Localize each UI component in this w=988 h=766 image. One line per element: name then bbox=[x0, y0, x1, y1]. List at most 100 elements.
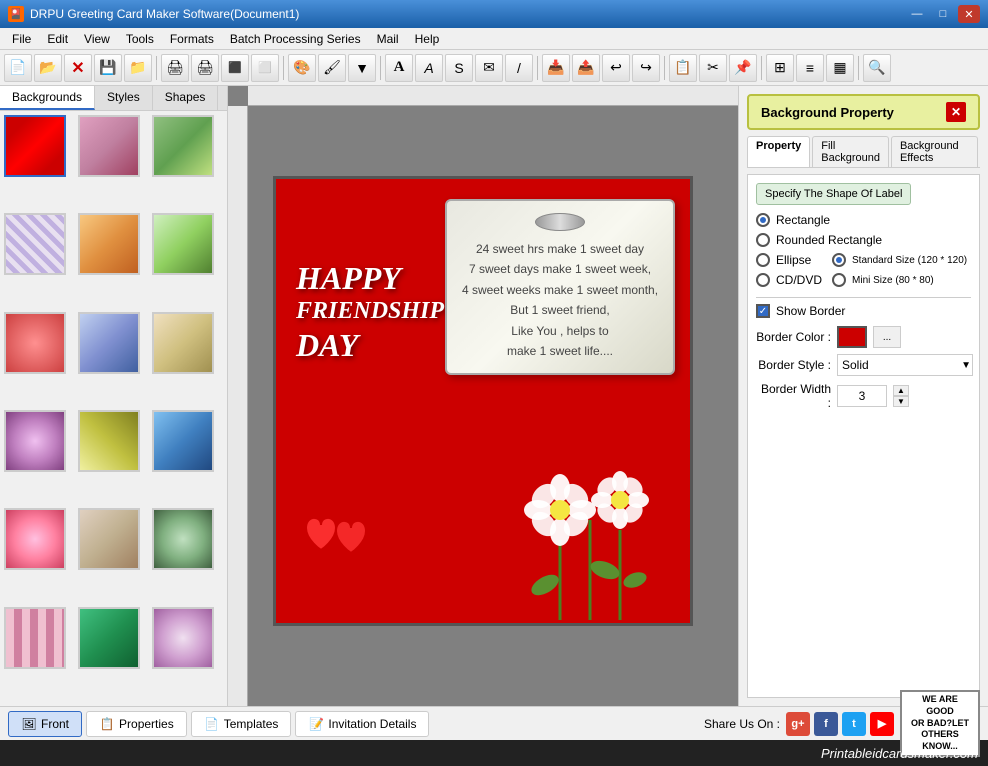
bg-thumb-9[interactable] bbox=[152, 312, 214, 374]
toolbar-scan2[interactable]: ⬜ bbox=[251, 54, 279, 82]
radio-cd-dvd[interactable]: CD/DVD bbox=[756, 273, 822, 287]
bg-thumb-4[interactable] bbox=[4, 213, 66, 275]
border-width-up[interactable]: ▲ bbox=[893, 385, 909, 396]
radio-rectangle[interactable]: Rectangle bbox=[756, 213, 971, 227]
menu-mail[interactable]: Mail bbox=[369, 30, 407, 48]
toolbar-layout[interactable]: ▦ bbox=[826, 54, 854, 82]
sep5 bbox=[664, 56, 665, 80]
menu-formats[interactable]: Formats bbox=[162, 30, 222, 48]
tab-backgrounds[interactable]: Backgrounds bbox=[0, 86, 95, 110]
border-color-picker-button[interactable]: ... bbox=[873, 326, 901, 348]
toolbar-fill[interactable]: ▼ bbox=[348, 54, 376, 82]
toolbar-zoom[interactable]: 🔍 bbox=[863, 54, 891, 82]
toolbar-print-preview[interactable]: 🖨 bbox=[161, 54, 189, 82]
menu-edit[interactable]: Edit bbox=[39, 30, 76, 48]
border-width-input[interactable]: 3 bbox=[837, 385, 887, 407]
tab-front[interactable]: 🖼 Front bbox=[8, 711, 82, 737]
bg-thumb-14[interactable] bbox=[78, 508, 140, 570]
menu-view[interactable]: View bbox=[76, 30, 118, 48]
menu-file[interactable]: File bbox=[4, 30, 39, 48]
main-layout: Backgrounds Styles Shapes bbox=[0, 86, 988, 706]
bg-thumb-12[interactable] bbox=[152, 410, 214, 472]
tab-properties[interactable]: 📋 Properties bbox=[86, 711, 187, 737]
scroll-decoration: 24 sweet hrs make 1 sweet day 7 sweet da… bbox=[445, 199, 675, 375]
bg-thumb-17[interactable] bbox=[78, 607, 140, 669]
border-width-down[interactable]: ▼ bbox=[893, 396, 909, 407]
front-tab-icon: 🖼 bbox=[21, 716, 37, 732]
tab-templates[interactable]: 📄 Templates bbox=[191, 711, 292, 737]
radio-ellipse[interactable]: Ellipse bbox=[756, 253, 822, 267]
bg-thumb-5[interactable] bbox=[78, 213, 140, 275]
canvas-content: HAPPY FRIENDSHIP DAY 24 s bbox=[273, 176, 693, 626]
tab-bg-effects[interactable]: Background Effects bbox=[891, 136, 978, 167]
toolbar-redo[interactable]: ↪ bbox=[632, 54, 660, 82]
toolbar-export[interactable]: 📤 bbox=[572, 54, 600, 82]
toolbar-undo[interactable]: ↩ bbox=[602, 54, 630, 82]
show-border-row: Show Border bbox=[756, 304, 971, 318]
bg-thumb-7[interactable] bbox=[4, 312, 66, 374]
youtube-button[interactable]: ▶ bbox=[870, 712, 894, 736]
toolbar-copy[interactable]: 📋 bbox=[669, 54, 697, 82]
radio-rounded-rect[interactable]: Rounded Rectangle bbox=[756, 233, 971, 247]
toolbar-wordart[interactable]: A bbox=[415, 54, 443, 82]
toolbar-email[interactable]: ✉ bbox=[475, 54, 503, 82]
radio-rounded-rect-indicator bbox=[756, 233, 770, 247]
radio-standard-size-label: Standard Size (120 * 120) bbox=[852, 255, 967, 266]
twitter-button[interactable]: t bbox=[842, 712, 866, 736]
toolbar-import[interactable]: 📥 bbox=[542, 54, 570, 82]
menu-batch[interactable]: Batch Processing Series bbox=[222, 30, 369, 48]
bottom-bar: 🖼 Front 📋 Properties 📄 Templates 📝 Invit… bbox=[0, 706, 988, 740]
bg-thumb-18[interactable] bbox=[152, 607, 214, 669]
bg-thumb-1[interactable] bbox=[4, 115, 66, 177]
toolbar-grid[interactable]: ⊞ bbox=[766, 54, 794, 82]
shape-label: Specify The Shape Of Label bbox=[756, 183, 911, 205]
bg-thumb-2[interactable] bbox=[78, 115, 140, 177]
toolbar-text[interactable]: A bbox=[385, 54, 413, 82]
greeting-card[interactable]: HAPPY FRIENDSHIP DAY 24 s bbox=[273, 176, 693, 626]
menu-tools[interactable]: Tools bbox=[118, 30, 162, 48]
border-style-select[interactable]: Solid Dashed Dotted Double bbox=[837, 354, 973, 376]
bg-thumb-8[interactable] bbox=[78, 312, 140, 374]
toolbar-scan[interactable]: ⬛ bbox=[221, 54, 249, 82]
toolbar-save[interactable]: 💾 bbox=[94, 54, 122, 82]
close-button[interactable]: ✕ bbox=[958, 5, 980, 23]
bg-thumb-3[interactable] bbox=[152, 115, 214, 177]
border-width-row: Border Width : 3 ▲ ▼ bbox=[756, 382, 971, 410]
toolbar-symbol[interactable]: S bbox=[445, 54, 473, 82]
border-color-swatch[interactable] bbox=[837, 326, 867, 348]
tab-styles[interactable]: Styles bbox=[95, 86, 153, 110]
radio-ellipse-indicator bbox=[756, 253, 770, 267]
toolbar-line[interactable]: / bbox=[505, 54, 533, 82]
border-width-label: Border Width : bbox=[756, 382, 831, 410]
bg-thumb-13[interactable] bbox=[4, 508, 66, 570]
toolbar-align[interactable]: ≡ bbox=[796, 54, 824, 82]
google-plus-button[interactable]: g+ bbox=[786, 712, 810, 736]
bg-thumb-6[interactable] bbox=[152, 213, 214, 275]
radio-mini-size[interactable]: Mini Size (80 * 80) bbox=[832, 273, 967, 287]
radio-standard-size[interactable]: Standard Size (120 * 120) bbox=[832, 253, 967, 267]
facebook-button[interactable]: f bbox=[814, 712, 838, 736]
bg-thumb-10[interactable] bbox=[4, 410, 66, 472]
tab-property[interactable]: Property bbox=[747, 136, 810, 167]
toolbar-cut[interactable]: ✂ bbox=[699, 54, 727, 82]
toolbar-new[interactable]: 📄 bbox=[4, 54, 32, 82]
panel-close-button[interactable]: ✕ bbox=[946, 102, 966, 122]
toolbar-open[interactable]: 📂 bbox=[34, 54, 62, 82]
bg-thumb-16[interactable] bbox=[4, 607, 66, 669]
tab-shapes[interactable]: Shapes bbox=[153, 86, 219, 110]
show-border-checkbox[interactable] bbox=[756, 304, 770, 318]
menu-help[interactable]: Help bbox=[407, 30, 448, 48]
maximize-button[interactable]: □ bbox=[932, 5, 954, 23]
toolbar-color[interactable]: 🎨 bbox=[288, 54, 316, 82]
toolbar-paste[interactable]: 📌 bbox=[729, 54, 757, 82]
sep4 bbox=[537, 56, 538, 80]
toolbar-save-as[interactable]: 📁 bbox=[124, 54, 152, 82]
toolbar-gradient[interactable]: 🖌 bbox=[318, 54, 346, 82]
tab-invitation-details[interactable]: 📝 Invitation Details bbox=[295, 711, 429, 737]
tab-fill-background[interactable]: Fill Background bbox=[812, 136, 889, 167]
toolbar-print[interactable]: 🖨 bbox=[191, 54, 219, 82]
bg-thumb-11[interactable] bbox=[78, 410, 140, 472]
minimize-button[interactable]: — bbox=[906, 5, 928, 23]
toolbar-close[interactable]: ✕ bbox=[64, 54, 92, 82]
bg-thumb-15[interactable] bbox=[152, 508, 214, 570]
